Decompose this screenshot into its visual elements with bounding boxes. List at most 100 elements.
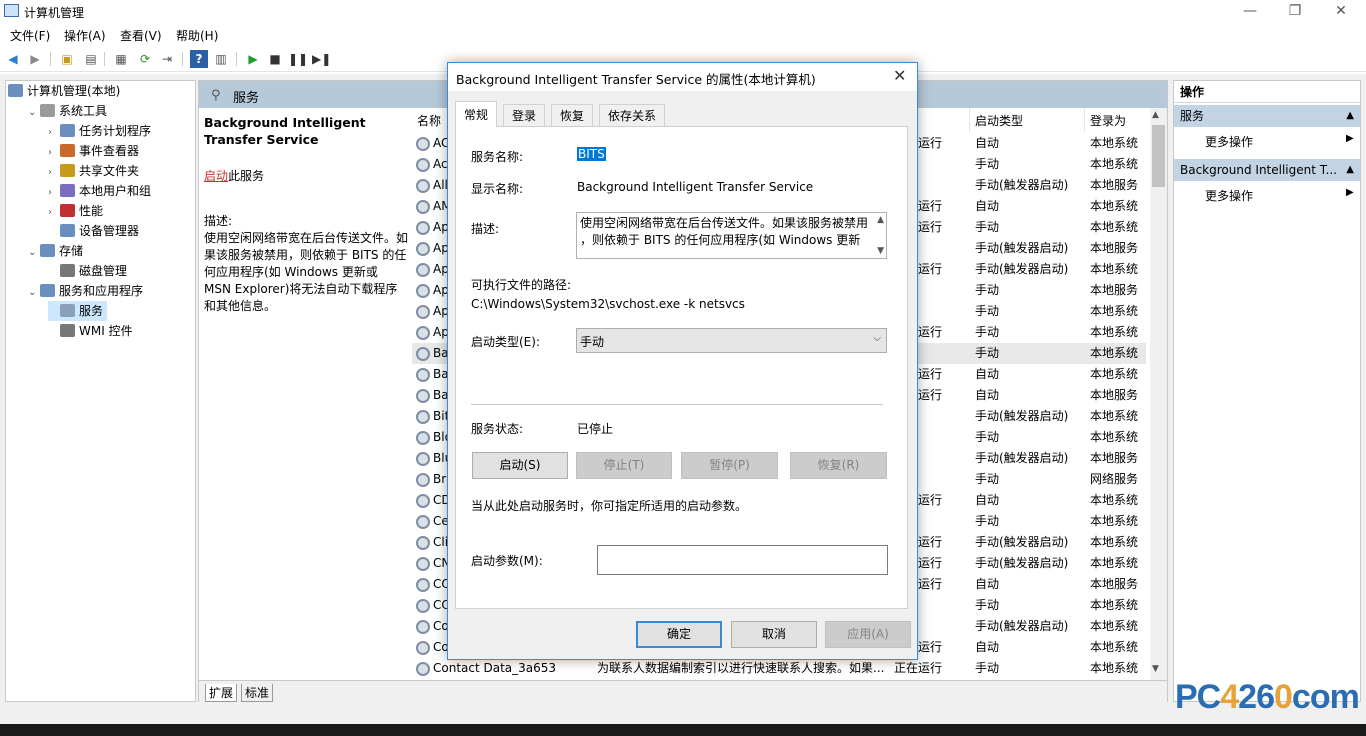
service-status-cell[interactable]: 运行 <box>918 637 942 658</box>
expand-down-icon[interactable]: ⌄ <box>28 283 40 303</box>
service-status-cell[interactable]: 运行 <box>918 196 942 217</box>
resume-button[interactable]: 恢复(R) <box>790 452 887 479</box>
service-logon-cell[interactable]: 本地系统 <box>1090 364 1138 385</box>
dialog-close-icon[interactable]: ✕ <box>893 66 906 85</box>
column-startup-type[interactable]: 启动类型 <box>975 112 1023 129</box>
service-startup-cell[interactable]: 自动 <box>975 385 999 406</box>
service-startup-cell[interactable]: 手动 <box>975 427 999 448</box>
service-startup-cell[interactable]: 自动 <box>975 637 999 658</box>
stop-icon[interactable]: ■ <box>266 50 284 68</box>
tree-item[interactable]: WMI 控件 <box>48 321 133 341</box>
tree-item[interactable]: › 任务计划程序 <box>48 121 151 141</box>
tab-standard[interactable]: 标准 <box>241 684 274 702</box>
forward-icon[interactable]: ▶ <box>26 50 44 68</box>
service-startup-cell[interactable]: 手动 <box>975 595 999 616</box>
service-status-cell[interactable]: 运行 <box>918 574 942 595</box>
service-startup-cell[interactable]: 手动(触发器启动) <box>975 175 1068 196</box>
tree-item[interactable]: 设备管理器 <box>48 221 139 241</box>
service-logon-cell[interactable]: 本地服务 <box>1090 385 1138 406</box>
service-name-value[interactable]: BITS <box>577 147 606 161</box>
service-status-cell[interactable]: 运行 <box>918 322 942 343</box>
close-button[interactable]: ✕ <box>1318 0 1364 22</box>
play-icon[interactable]: ▶ <box>244 50 262 68</box>
tree-item[interactable]: 服务 <box>48 301 108 321</box>
service-logon-cell[interactable]: 本地服务 <box>1090 238 1138 259</box>
service-startup-cell[interactable]: 自动 <box>975 574 999 595</box>
restore-button[interactable]: ❐ <box>1272 0 1318 22</box>
help-icon[interactable]: ? <box>190 50 208 68</box>
tree-item[interactable]: › 共享文件夹 <box>48 161 139 181</box>
tab-extended[interactable]: 扩展 <box>205 684 238 702</box>
restart-icon[interactable]: ▶❚ <box>312 50 331 68</box>
service-startup-cell[interactable]: 手动 <box>975 301 999 322</box>
pause-icon[interactable]: ❚❚ <box>288 50 308 68</box>
service-logon-cell[interactable]: 本地系统 <box>1090 217 1138 238</box>
service-logon-cell[interactable]: 本地系统 <box>1090 154 1138 175</box>
display-name-value[interactable]: Background Intelligent Transfer Service <box>577 180 813 194</box>
service-status-cell[interactable]: 运行 <box>918 553 942 574</box>
service-logon-cell[interactable]: 本地服务 <box>1090 448 1138 469</box>
collapse-up-icon[interactable]: ▲ <box>1346 105 1354 127</box>
service-logon-cell[interactable]: 本地系统 <box>1090 343 1138 364</box>
service-startup-cell[interactable]: 手动(触发器启动) <box>975 616 1068 637</box>
service-startup-cell[interactable]: 自动 <box>975 490 999 511</box>
service-logon-cell[interactable]: 本地系统 <box>1090 406 1138 427</box>
service-startup-cell[interactable]: 手动(触发器启动) <box>975 553 1068 574</box>
service-logon-cell[interactable]: 网络服务 <box>1090 469 1138 490</box>
scroll-up-icon[interactable]: ▲ <box>877 215 884 225</box>
expand-down-icon[interactable]: ⌄ <box>28 103 40 123</box>
service-logon-cell[interactable]: 本地系统 <box>1090 595 1138 616</box>
apply-button[interactable]: 应用(A) <box>825 621 911 648</box>
actions-section-services[interactable]: 服务 ▲ <box>1174 105 1360 127</box>
service-startup-cell[interactable]: 自动 <box>975 196 999 217</box>
more-actions-2[interactable]: 更多操作 <box>1205 187 1253 204</box>
service-startup-cell[interactable]: 手动(触发器启动) <box>975 532 1068 553</box>
menu-help[interactable]: 帮助(H) <box>176 27 218 44</box>
service-logon-cell[interactable]: 本地服务 <box>1090 574 1138 595</box>
service-startup-cell[interactable]: 手动 <box>975 658 999 679</box>
tree-item[interactable]: 计算机管理(本地) <box>8 81 120 101</box>
service-status-cell[interactable]: 运行 <box>918 259 942 280</box>
service-logon-cell[interactable]: 本地系统 <box>1090 427 1138 448</box>
tab-recovery[interactable]: 恢复 <box>551 104 594 126</box>
service-status-cell[interactable]: 正在运行 <box>894 658 942 679</box>
start-button[interactable]: 启动(S) <box>472 452 568 479</box>
up-icon[interactable]: ▣ <box>58 50 76 68</box>
tab-general[interactable]: 常规 <box>455 101 498 127</box>
expand-down-icon[interactable]: ⌄ <box>28 243 40 263</box>
service-startup-cell[interactable]: 手动(触发器启动) <box>975 406 1068 427</box>
service-name-cell[interactable]: Contact Data_3a653 <box>433 658 556 679</box>
service-status-cell[interactable]: 运行 <box>918 364 942 385</box>
service-logon-cell[interactable]: 本地系统 <box>1090 259 1138 280</box>
service-startup-cell[interactable]: 手动(触发器启动) <box>975 238 1068 259</box>
service-name-cell[interactable]: Cli <box>433 532 448 553</box>
service-logon-cell[interactable]: 本地系统 <box>1090 133 1138 154</box>
ok-button[interactable]: 确定 <box>636 621 722 648</box>
column-name[interactable]: 名称 <box>417 112 441 129</box>
service-startup-cell[interactable]: 手动 <box>975 280 999 301</box>
service-status-cell[interactable]: 运行 <box>918 385 942 406</box>
service-logon-cell[interactable]: 本地系统 <box>1090 490 1138 511</box>
expand-right-icon[interactable]: › <box>48 123 60 143</box>
services-scrollbar[interactable] <box>1150 108 1167 680</box>
service-name-cell[interactable]: Br <box>433 469 446 490</box>
service-logon-cell[interactable]: 本地系统 <box>1090 658 1138 679</box>
service-startup-cell[interactable]: 自动 <box>975 364 999 385</box>
service-startup-cell[interactable]: 手动 <box>975 511 999 532</box>
service-name-cell[interactable]: All <box>433 175 448 196</box>
scroll-down-icon[interactable]: ▼ <box>877 246 884 256</box>
scroll-down-icon[interactable]: ▼ <box>1152 664 1159 674</box>
tree-item[interactable]: › 事件查看器 <box>48 141 139 161</box>
startup-type-select[interactable]: 手动 ⌵ <box>576 328 887 353</box>
service-startup-cell[interactable]: 手动(触发器启动) <box>975 448 1068 469</box>
scroll-up-icon[interactable]: ▲ <box>1152 110 1159 120</box>
menu-action[interactable]: 操作(A) <box>64 27 106 44</box>
menu-view[interactable]: 查看(V) <box>120 27 162 44</box>
tree-item[interactable]: ⌄ 服务和应用程序 <box>28 281 143 301</box>
tree-item[interactable]: › 性能 <box>48 201 103 221</box>
service-status-cell[interactable]: 运行 <box>918 133 942 154</box>
service-description-cell[interactable]: 为联系人数据编制索引以进行快速联系人搜索。如果... <box>597 658 884 679</box>
service-logon-cell[interactable]: 本地系统 <box>1090 637 1138 658</box>
expand-right-icon[interactable]: › <box>48 183 60 203</box>
service-logon-cell[interactable]: 本地系统 <box>1090 553 1138 574</box>
